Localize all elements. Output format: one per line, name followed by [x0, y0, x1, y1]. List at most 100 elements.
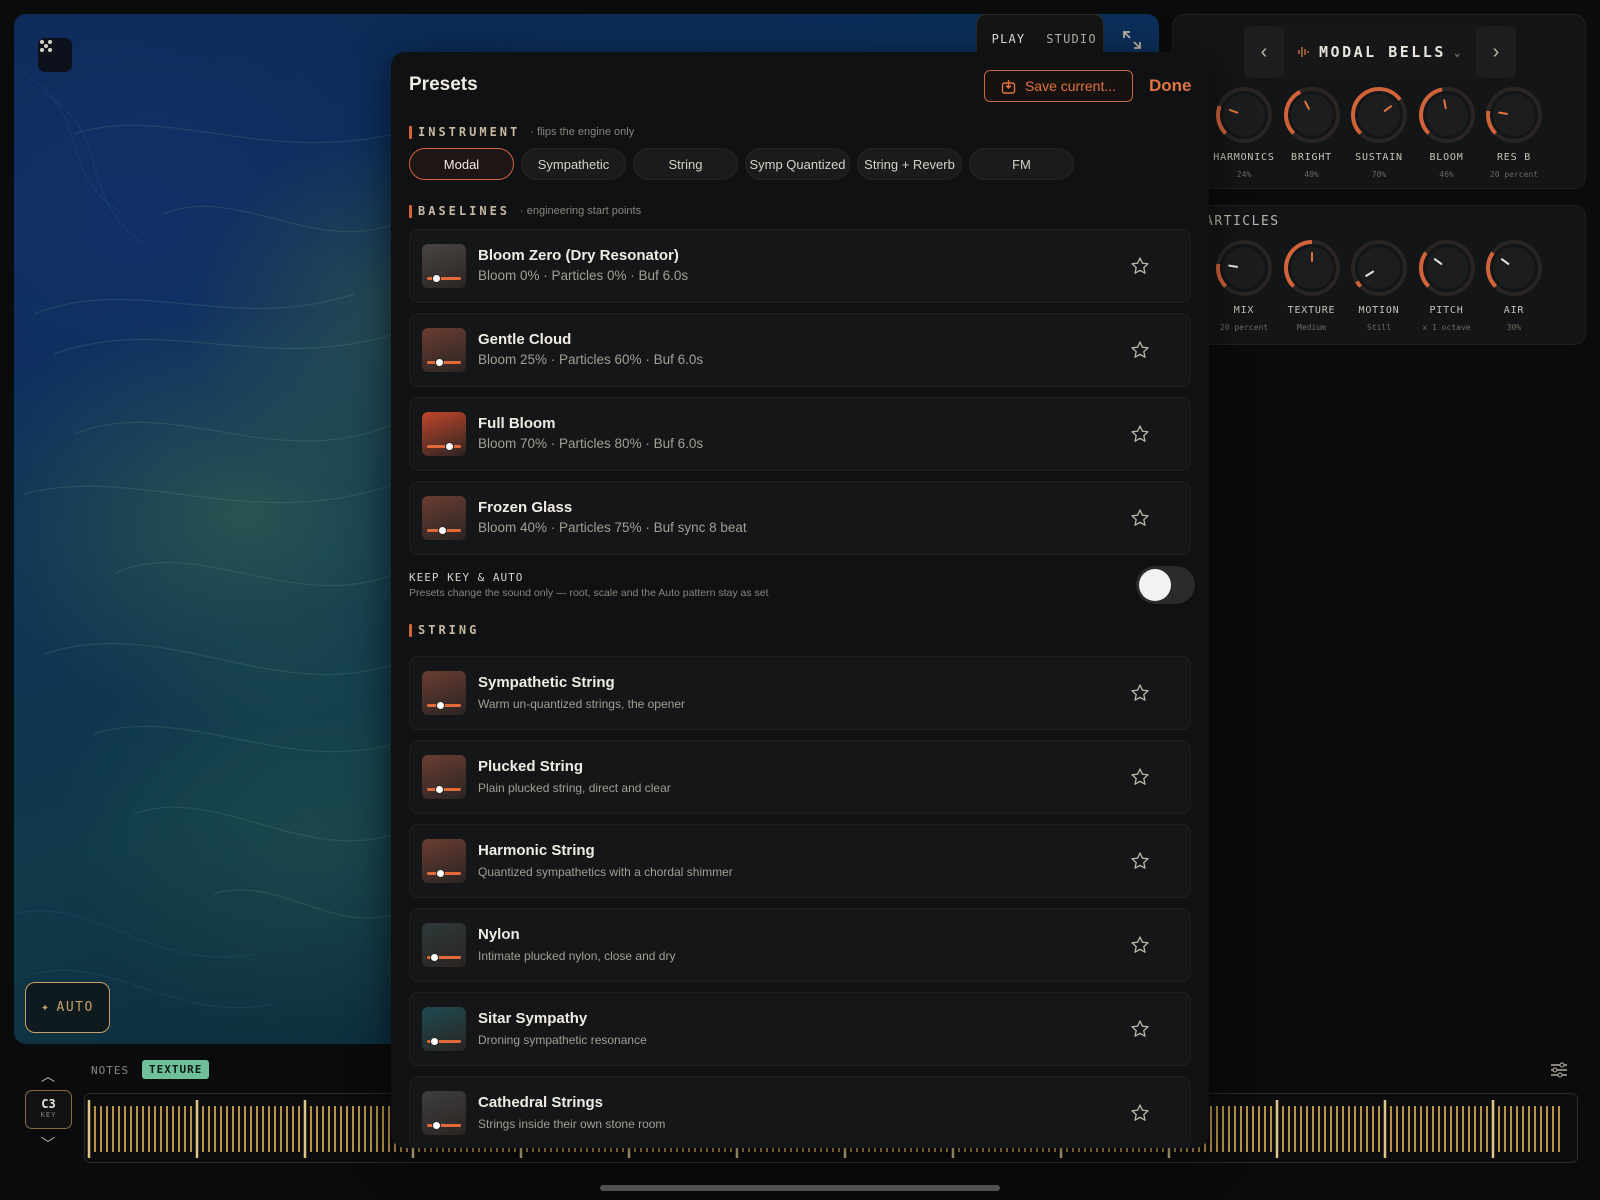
knob-value: 24%	[1236, 170, 1252, 179]
keep-key-auto-title: KEEP KEY & AUTO	[409, 571, 524, 584]
preset-thumbnail	[422, 923, 466, 967]
preset-subtitle: Intimate plucked nylon, close and dry	[478, 949, 676, 963]
keep-key-auto-toggle[interactable]	[1136, 566, 1195, 604]
preset-subtitle: Droning sympathetic resonance	[478, 1033, 647, 1047]
star-icon[interactable]	[1130, 1019, 1150, 1039]
particle-knob[interactable]: MOTION Still	[1348, 237, 1410, 332]
knob-label: HARMONICS	[1213, 152, 1275, 163]
star-icon[interactable]	[1130, 424, 1150, 444]
particle-knob[interactable]: PITCH x 1 octave	[1416, 237, 1478, 332]
thumbnail-slider-knob	[435, 701, 445, 710]
instrument-section-hint: · flips the engine only	[530, 126, 635, 138]
preset-thumbnail	[422, 1007, 466, 1051]
knob-value: 40%	[1304, 170, 1319, 179]
key-label: KEY	[40, 1111, 57, 1119]
preset-card[interactable]: Nylon Intimate plucked nylon, close and d…	[409, 908, 1191, 982]
knob-label: PITCH	[1429, 305, 1464, 316]
knob-dial	[1283, 240, 1340, 296]
thumbnail-slider-knob	[444, 442, 454, 451]
knob-dial	[1351, 240, 1407, 296]
preset-title: Bloom Zero (Dry Resonator)	[478, 247, 679, 264]
knob-label: MIX	[1233, 305, 1255, 316]
particle-knob[interactable]: MIX 20 percent	[1213, 237, 1275, 332]
particle-knob[interactable]: AIR 30%	[1483, 237, 1545, 332]
preset-subtitle: Warm un-quantized strings, the opener	[478, 697, 685, 711]
preset-subtitle: Bloom 70% · Particles 80% · Buf 6.0s	[478, 436, 704, 451]
knob-label: TEXTURE	[1287, 305, 1336, 316]
instrument-chip[interactable]: String	[633, 148, 738, 180]
engine-knob[interactable]: BRIGHT 40%	[1281, 84, 1343, 179]
engine-knob[interactable]: HARMONICS 24%	[1213, 84, 1275, 179]
knob-value: x 1 octave	[1422, 323, 1471, 332]
instrument-chip[interactable]: Symp Quantized	[745, 148, 850, 180]
preset-thumbnail	[422, 412, 466, 456]
preset-card[interactable]: Harmonic String Quantized sympathetics wi…	[409, 824, 1191, 898]
star-icon[interactable]	[1130, 340, 1150, 360]
star-icon[interactable]	[1130, 851, 1150, 871]
engine-knob[interactable]: BLOOM 46%	[1416, 84, 1478, 179]
engine-knob[interactable]: SUSTAIN 70%	[1348, 84, 1410, 179]
instrument-chip[interactable]: FM	[969, 148, 1074, 180]
done-button[interactable]: Done	[1149, 76, 1192, 96]
star-icon[interactable]	[1130, 1103, 1150, 1123]
key-selector[interactable]: C3 KEY	[25, 1090, 72, 1129]
tab-notes[interactable]: NOTES	[91, 1064, 129, 1077]
thumbnail-slider-knob	[434, 785, 444, 794]
next-preset-button[interactable]: ›	[1476, 26, 1516, 78]
octave-up-icon[interactable]: ︿	[37, 1066, 59, 1084]
app-menu-icon[interactable]	[38, 38, 72, 72]
star-icon[interactable]	[1130, 256, 1150, 276]
preset-thumbnail	[422, 755, 466, 799]
baselines-section-title: BASELINES	[418, 204, 511, 218]
sliders-icon[interactable]	[1550, 1062, 1568, 1078]
auto-button[interactable]: ✦ AUTO	[25, 982, 110, 1033]
instrument-chips: Modal Sympathetic String Symp Quantized Stri…	[409, 148, 1074, 180]
star-icon[interactable]	[1130, 935, 1150, 955]
preset-subtitle: Bloom 40% · Particles 75% · Buf sync 8 b…	[478, 520, 747, 535]
knob-value: 30%	[1506, 323, 1522, 332]
knob-label: BLOOM	[1429, 152, 1464, 163]
preset-card[interactable]: Cathedral Strings Strings inside their ow…	[409, 1076, 1191, 1148]
section-accent	[409, 623, 412, 637]
prev-preset-button[interactable]: ‹	[1244, 26, 1284, 78]
instrument-chip[interactable]: Sympathetic	[521, 148, 626, 180]
preset-thumbnail	[422, 496, 466, 540]
star-icon[interactable]	[1130, 767, 1150, 787]
tab-texture[interactable]: TEXTURE	[142, 1060, 210, 1079]
knob-dial	[1418, 240, 1475, 296]
preset-card[interactable]: Full Bloom Bloom 70% · Particles 80% · Bu…	[409, 397, 1191, 471]
preset-title: Full Bloom	[478, 415, 556, 432]
keep-key-auto-row: KEEP KEY & AUTO Presets change the sound…	[409, 566, 1195, 621]
instrument-chip[interactable]: Modal	[409, 148, 514, 180]
particle-knob[interactable]: TEXTURE Medium	[1281, 237, 1343, 332]
preset-card[interactable]: Bloom Zero (Dry Resonator) Bloom 0% · Par…	[409, 229, 1191, 303]
preset-card[interactable]: Sitar Sympathy Droning sympathetic resona…	[409, 992, 1191, 1066]
knob-value: Still	[1366, 323, 1392, 332]
knob-dial	[1486, 87, 1542, 143]
preset-card[interactable]: Gentle Cloud Bloom 25% · Particles 60% · …	[409, 313, 1191, 387]
save-current-label: Save current...	[1024, 78, 1117, 94]
preset-card[interactable]: Plucked String Plain plucked string, dire…	[409, 740, 1191, 814]
thumbnail-slider-knob	[438, 526, 448, 535]
knob-value: 70%	[1371, 170, 1387, 179]
knob-value: Medium	[1297, 323, 1326, 332]
preset-card[interactable]: Sympathetic String Warm un-quantized stri…	[409, 656, 1191, 730]
instrument-section-header: INSTRUMENT · flips the engine only	[409, 125, 634, 139]
expand-icon[interactable]	[1120, 28, 1144, 52]
knob-dial	[1486, 240, 1542, 296]
string-section-title: STRING	[418, 623, 480, 637]
thumbnail-slider-knob	[435, 869, 445, 878]
presets-modal: Presets Save current... Done INSTRUMENT …	[391, 52, 1209, 1148]
particles-section-title: ARTICLES	[1205, 214, 1280, 229]
preset-card[interactable]: Frozen Glass Bloom 40% · Particles 75% · …	[409, 481, 1191, 555]
preset-subtitle: Plain plucked string, direct and clear	[478, 781, 671, 795]
star-icon[interactable]	[1130, 683, 1150, 703]
engine-knob[interactable]: RES B 20 percent	[1483, 84, 1545, 179]
preset-selector[interactable]: MODAL BELLS ⌄	[1284, 43, 1476, 61]
preset-thumbnail	[422, 244, 466, 288]
star-icon[interactable]	[1130, 508, 1150, 528]
octave-down-icon[interactable]: ﹀	[37, 1134, 59, 1152]
knob-label: SUSTAIN	[1355, 152, 1403, 163]
instrument-chip[interactable]: String + Reverb	[857, 148, 962, 180]
save-current-button[interactable]: Save current...	[984, 70, 1133, 102]
